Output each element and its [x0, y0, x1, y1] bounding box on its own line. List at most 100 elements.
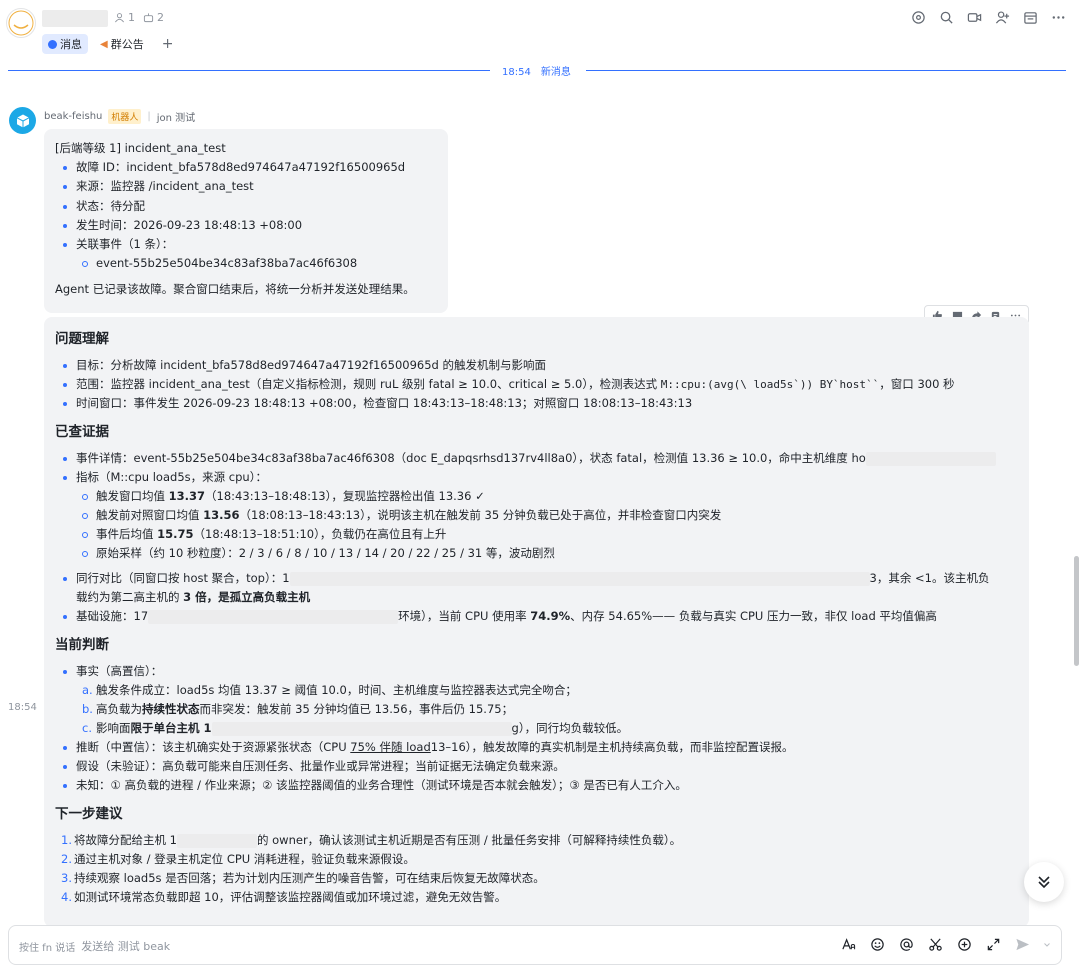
more-icon[interactable] — [1051, 10, 1066, 25]
peer-compare-text-2: 3，其余 <1。该主机负 — [869, 571, 990, 585]
redacted-text — [211, 721, 512, 736]
list-item: 事件详情：event-55b25e504be34c83af38ba7ac46f6… — [55, 449, 1018, 468]
message-timestamp: 18:54 — [8, 702, 37, 713]
ordered-item: 1. 将故障分配给主机 1 的 owner，确认该测试主机近期是否有压测 / 批量任… — [55, 831, 1018, 850]
metric-detail: （18:48:13–18:51:10），负载仍在高位且有上升 — [193, 527, 447, 541]
member-count[interactable]: 1 — [114, 11, 135, 24]
ordered-sub-item: c. 影响面限于单台主机 1 g），同行均负载较低。 — [55, 719, 1018, 738]
infra-text-3: 、内存 54.65%—— 负载与真实 CPU 压力一致，非仅 load 平均值偏… — [570, 609, 937, 623]
list-item: 同行对比（同窗口按 host 聚合，top）：1 3，其余 <1。该主机负 — [55, 569, 1018, 588]
range-window: ，窗口 300 秒 — [879, 377, 955, 391]
ordered-sub-item: a. 触发条件成立：load5s 均值 13.37 ≥ 阈值 10.0，时间、主机… — [55, 681, 1018, 700]
screenshot-icon[interactable] — [927, 936, 944, 953]
tab-announcement[interactable]: ◀ 群公告 — [94, 34, 150, 54]
group-avatar[interactable] — [6, 8, 36, 38]
mention-icon[interactable] — [898, 936, 915, 953]
send-button[interactable] — [1014, 936, 1031, 953]
incident-footer: Agent 已记录该故障。聚合窗口结束后，将统一分析并发送处理结果。 — [55, 282, 415, 297]
emoji-icon[interactable] — [869, 936, 886, 953]
message-composer[interactable]: 按住 fn 说话 发送给 测试 beak — [8, 925, 1062, 965]
sub-list-item: 原始采样（约 10 秒粒度）：2 / 3 / 6 / 8 / 10 / 13 /… — [55, 544, 1018, 563]
inference-underlined: 75% 伴随 load — [350, 740, 431, 754]
metric-label: 触发前对照窗口均值 — [96, 508, 204, 522]
sub-list-item: 触发前对照窗口均值 13.56（18:08:13–18:43:13），说明该主机… — [55, 506, 1018, 525]
redacted-text — [148, 609, 399, 624]
new-messages-divider: 18:54 新消息 — [8, 67, 1066, 78]
list-marker: 2. — [61, 852, 72, 866]
ordered-item: 3. 持续观察 load5s 是否回落；若为计划内压测产生的噪音告警，可在结束后恢… — [55, 869, 1018, 888]
sub-list-item: 事件后均值 15.75（18:48:13–18:51:10），负载仍在高位且有上… — [55, 525, 1018, 544]
bot-avatar[interactable] — [9, 107, 36, 134]
search-icon[interactable] — [939, 10, 954, 25]
fact-c-3: 1 — [199, 721, 212, 735]
divider-line-left — [8, 70, 490, 71]
metric-detail: （18:43:13–18:48:13），复现监控器检出值 13.36 ✓ — [205, 489, 485, 503]
group-name-blurred[interactable] — [42, 10, 108, 27]
tab-announcement-label: 群公告 — [110, 38, 144, 51]
message-icon — [48, 39, 57, 49]
chat-tabs: 消息 ◀ 群公告 + — [42, 34, 179, 54]
section-title-next-steps: 下一步建议 — [55, 806, 123, 822]
composer-toolbar — [840, 936, 1051, 953]
person-icon — [115, 13, 124, 23]
metric-value: 13.56 — [203, 508, 240, 522]
video-icon[interactable] — [967, 10, 982, 25]
scrollbar-thumb[interactable] — [1074, 556, 1079, 666]
list-item-continued: 载约为第二高主机的 3 倍，是孤立高负载主机 — [55, 588, 1018, 607]
infra-text: 基础设施：17 — [76, 609, 149, 623]
sender-separator: | — [147, 111, 151, 122]
metric-label: 事件后均值 — [96, 527, 158, 541]
list-item: 来源：监控器 /incident_ana_test — [55, 177, 437, 196]
divider-line-right — [586, 70, 1066, 71]
range-text: 范围：监控器 incident_ana_test（自定义指标检测，规则 ruL … — [76, 377, 661, 391]
fact-b-2: 持续性状态 — [142, 702, 200, 716]
fact-c-1: 影响面 — [96, 721, 131, 735]
add-tab-button[interactable]: + — [156, 36, 180, 52]
redacted-text — [176, 833, 257, 848]
reply-target: jon 测试 — [156, 113, 196, 124]
inference-text: 推断（中置信）：该主机确实处于资源紧张状态（CPU — [76, 740, 351, 754]
sub-list-item: event-55b25e504be34c83af38ba7ac46f6308 — [55, 254, 437, 273]
add-attachment-icon[interactable] — [956, 936, 973, 953]
list-item: 故障 ID：incident_bfa578d8ed974647a47192f16… — [55, 158, 437, 177]
bot-count[interactable]: 2 — [143, 11, 164, 24]
voice-hint: 按住 fn 说话 — [19, 942, 76, 954]
list-marker: 4. — [61, 890, 72, 904]
tab-messages[interactable]: 消息 — [42, 34, 88, 54]
list-item: 目标：分析故障 incident_bfa578d8ed974647a47192f… — [55, 356, 1018, 375]
jump-to-latest-button[interactable] — [1024, 862, 1064, 902]
step-text: 如测试环境常态负载即超 10，评估调整该监控器阈值或加环境过滤，避免无效告警。 — [74, 890, 507, 904]
fact-a: 触发条件成立：load5s 均值 13.37 ≥ 阈值 10.0，时间、主机维度… — [96, 683, 577, 697]
fact-b-3: 而非突发：触发前 35 分钟均值已 13.56，事件后仍 15.75； — [199, 702, 514, 716]
ordered-item: 2. 通过主机对象 / 登录主机定位 CPU 消耗进程，验证负载来源假设。 — [55, 850, 1018, 869]
group-avatar-icon[interactable] — [911, 10, 926, 25]
divider-label: 18:54 新消息 — [502, 63, 581, 78]
infra-text-2: 环境），当前 CPU 使用率 — [398, 609, 531, 623]
step-text: 将故障分配给主机 1 — [74, 833, 177, 847]
peer-compare-text-3: 载约为第二高主机的 — [76, 590, 184, 604]
add-member-icon[interactable] — [995, 10, 1010, 25]
list-marker: 1. — [61, 833, 72, 847]
section-title-evidence: 已查证据 — [55, 424, 109, 440]
inference-text-2: 13–16），触发故障的真实机制是主机持续高负载，而非监控配置误报。 — [430, 740, 794, 754]
send-options-chevron-icon[interactable] — [1043, 936, 1051, 953]
text-format-icon[interactable] — [840, 936, 857, 953]
list-item: 指标（M::cpu load5s，来源 cpu）： — [55, 468, 1018, 487]
message-sender: beak-feishu 机器人 | jon 测试 — [44, 109, 195, 124]
expand-icon[interactable] — [985, 936, 1002, 953]
list-item: 发生时间：2026-09-23 18:48:13 +08:00 — [55, 216, 437, 235]
bot-tag: 机器人 — [108, 109, 142, 124]
megaphone-icon: ◀ — [100, 38, 108, 50]
list-item: 基础设施：17 环境），当前 CPU 使用率 74.9%、内存 54.65%—— … — [55, 607, 1018, 626]
calendar-icon[interactable] — [1023, 10, 1038, 25]
section-title-understanding: 问题理解 — [55, 331, 109, 347]
group-logo-icon — [8, 10, 34, 36]
sender-name[interactable]: beak-feishu — [44, 111, 102, 122]
chat-header: 1 2 消息 ◀ 群公告 + — [0, 0, 1080, 56]
bot-count-value: 2 — [157, 11, 164, 24]
step-text: 持续观察 load5s 是否回落；若为计划内压测产生的噪音告警，可在结束后恢复无… — [74, 871, 545, 885]
metric-detail: （18:08:13–18:43:13），说明该主机在触发前 35 分钟负载已处于… — [239, 508, 722, 522]
bot-icon — [143, 13, 154, 23]
composer-placeholder[interactable]: 发送给 测试 beak — [81, 938, 170, 954]
fact-c-2: 限于单台主机 — [130, 721, 200, 735]
